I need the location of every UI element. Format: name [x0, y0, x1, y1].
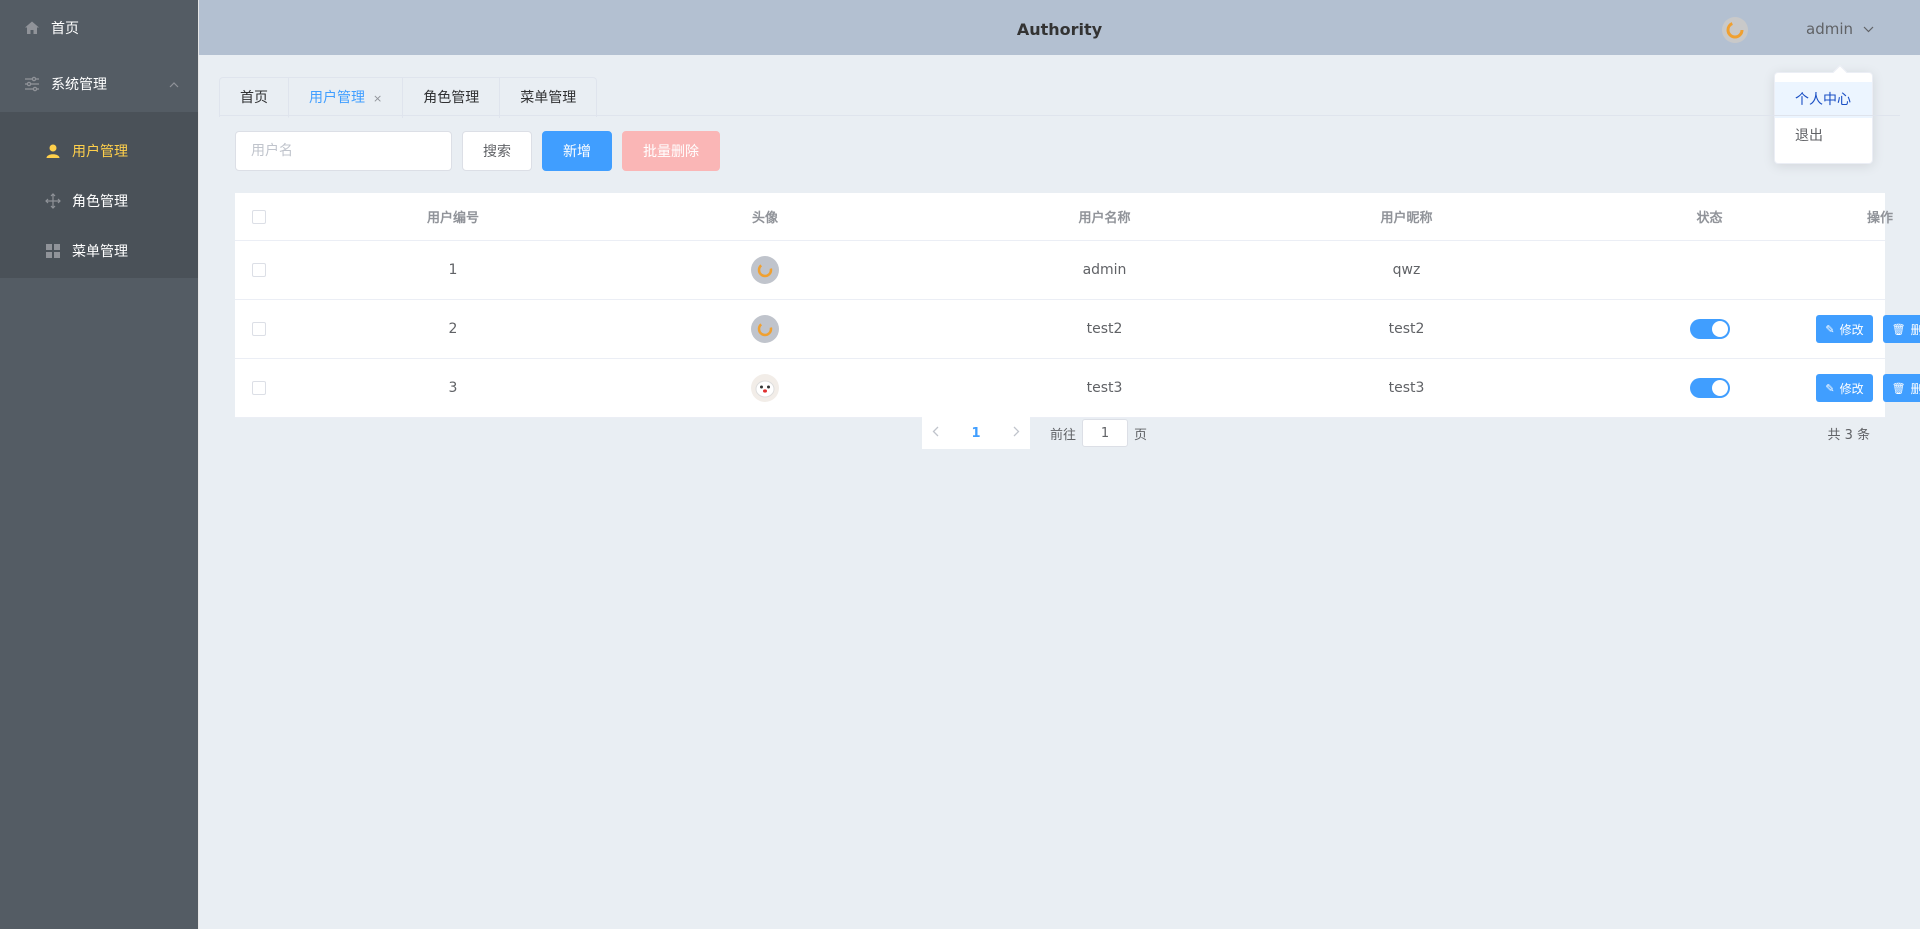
delete-label: 删除 — [1910, 322, 1920, 337]
delete-label: 删除 — [1910, 381, 1920, 396]
dropdown-item-logout[interactable]: 退出 — [1775, 118, 1872, 154]
chevron-up-icon — [169, 77, 179, 91]
sidebar-item-home[interactable]: 首页 — [0, 0, 199, 56]
page-jumper: 前往 页 — [1050, 419, 1147, 447]
edit-icon: ✎ — [1825, 381, 1835, 395]
sidebar-item-label: 首页 — [51, 21, 79, 37]
column-header-nickname: 用户昵称 — [1380, 211, 1433, 226]
edit-button[interactable]: ✎ 修改 — [1816, 374, 1873, 402]
status-toggle[interactable] — [1689, 319, 1730, 339]
user-nickname: test2 — [1388, 321, 1425, 337]
actions-cell: ✎ 修改 🗑 删除 — [1755, 359, 1920, 417]
tab-roles[interactable]: 角色管理 — [402, 78, 499, 118]
user-nickname: test3 — [1388, 380, 1425, 396]
tab-bar-divider — [219, 115, 1900, 116]
tab-menus[interactable]: 菜单管理 — [499, 78, 596, 118]
table-row: 2 test2 test2 ✎ 修改 🗑 删除 — [235, 300, 1920, 359]
chevron-down-icon — [1863, 23, 1874, 36]
user-id: 2 — [448, 321, 458, 337]
sidebar-border — [198, 0, 199, 929]
trash-icon: 🗑 — [1891, 322, 1906, 336]
sidebar-item-menus[interactable]: 菜单管理 — [0, 226, 199, 276]
actions-cell: ✎ 修改 🗑 删除 — [1755, 300, 1920, 358]
user-dropdown: 个人中心 退出 — [1774, 64, 1873, 164]
table-row: 3 test3 test3 ✎ 修改 🗑 删除 — [235, 359, 1920, 418]
table-header-row: 用户编号 头像 用户名称 用户昵称 状态 操作 — [235, 193, 1893, 241]
status-toggle[interactable] — [1689, 378, 1730, 398]
username: admin — [1806, 20, 1853, 38]
delete-button[interactable]: 🗑 删除 — [1882, 315, 1920, 343]
user-avatar — [735, 300, 795, 358]
user-table: 用户编号 头像 用户名称 用户昵称 状态 操作 1 admin qwz 2 te… — [235, 193, 1920, 418]
header-avatar — [1720, 15, 1750, 45]
column-header-avatar: 头像 — [751, 211, 778, 226]
add-user-button[interactable]: 新增 — [542, 131, 612, 171]
tab-home[interactable]: 首页 — [220, 78, 288, 118]
sidebar-item-users[interactable]: 用户管理 — [0, 126, 199, 176]
row-checkbox[interactable] — [235, 300, 283, 358]
total-count: 共 3 条 — [1827, 428, 1870, 443]
pagination: 1 前往 页 — [922, 417, 1147, 449]
pager-box: 1 — [922, 417, 1030, 449]
tab-label: 菜单管理 — [520, 90, 577, 106]
user-name: test3 — [1086, 380, 1123, 396]
table-row: 1 admin qwz — [235, 241, 1885, 300]
close-icon[interactable]: × — [373, 92, 382, 105]
dropdown-item-profile[interactable]: 个人中心 — [1775, 82, 1872, 118]
user-avatar — [735, 241, 795, 299]
actions-cell-empty — [1755, 241, 1920, 299]
sidebar-item-label: 系统管理 — [51, 77, 107, 93]
move-icon — [44, 192, 62, 210]
edit-label: 修改 — [1839, 322, 1864, 337]
user-id: 3 — [448, 380, 458, 396]
batch-delete-button[interactable]: 批量删除 — [622, 131, 720, 171]
user-menu-trigger[interactable]: admin — [1806, 18, 1874, 40]
sidebar-item-label: 菜单管理 — [72, 244, 128, 260]
goto-prefix: 前往 — [1050, 427, 1077, 443]
delete-button[interactable]: 🗑 删除 — [1882, 374, 1920, 402]
goto-suffix: 页 — [1134, 427, 1148, 443]
user-icon — [44, 142, 62, 160]
user-id: 1 — [448, 262, 458, 278]
app-title: Authority — [1016, 20, 1103, 39]
user-avatar — [735, 359, 795, 417]
grid-icon — [44, 242, 62, 260]
tab-label: 首页 — [240, 90, 268, 106]
select-all-checkbox[interactable] — [235, 193, 283, 240]
goto-page-input[interactable] — [1082, 419, 1129, 447]
search-button[interactable]: 搜索 — [462, 131, 532, 171]
edit-button[interactable]: ✎ 修改 — [1816, 315, 1873, 343]
tab-label: 用户管理 — [309, 90, 365, 106]
user-name: test2 — [1086, 321, 1123, 337]
column-header-id: 用户编号 — [426, 211, 479, 226]
user-nickname: qwz — [1392, 262, 1421, 278]
column-header-actions: 操作 — [1866, 211, 1893, 226]
dropdown-arrow — [1832, 64, 1848, 80]
edit-icon: ✎ — [1825, 322, 1835, 336]
username-search-input[interactable] — [235, 131, 452, 171]
prev-page-icon[interactable] — [932, 426, 939, 440]
edit-label: 修改 — [1839, 381, 1864, 396]
row-checkbox[interactable] — [235, 241, 283, 299]
tab-label: 角色管理 — [423, 90, 480, 106]
sidebar: 首页 系统管理 用户管理 角色管理 菜单管理 — [0, 0, 199, 929]
settings-sliders-icon — [23, 75, 41, 93]
column-header-name: 用户名称 — [1078, 211, 1131, 226]
sidebar-item-label: 角色管理 — [72, 194, 128, 210]
page-number[interactable]: 1 — [971, 426, 980, 441]
tab-users[interactable]: 用户管理 × — [288, 78, 403, 118]
header: Authority admin — [199, 0, 1920, 55]
tab-bar: 首页 用户管理 × 角色管理 菜单管理 — [219, 77, 598, 118]
sidebar-item-label: 用户管理 — [72, 144, 128, 160]
trash-icon: 🗑 — [1891, 381, 1906, 395]
row-checkbox[interactable] — [235, 359, 283, 417]
next-page-icon[interactable] — [1013, 426, 1020, 440]
home-icon — [23, 19, 41, 37]
sidebar-item-roles[interactable]: 角色管理 — [0, 176, 199, 226]
user-name: admin — [1082, 262, 1127, 278]
sidebar-submenu-system[interactable]: 系统管理 — [0, 56, 199, 112]
